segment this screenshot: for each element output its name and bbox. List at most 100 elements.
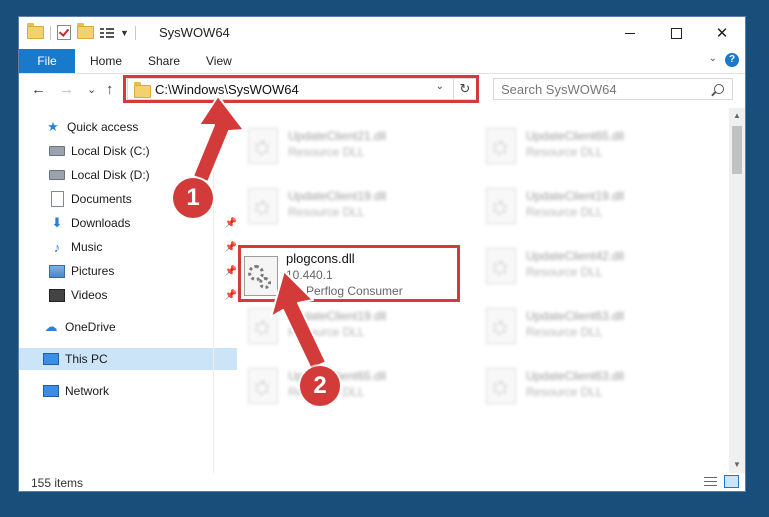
gear-icon <box>259 277 271 289</box>
file-tile[interactable]: UpdateClient65.dll Resource DLL <box>478 122 708 172</box>
file-description: Resource DLL <box>526 325 603 339</box>
scroll-down-icon[interactable]: ▼ <box>729 457 745 473</box>
ribbon-tabs: File Home Share View ⌄ ? <box>19 49 745 74</box>
maximize-icon <box>670 27 682 39</box>
status-bar: 155 items <box>19 473 745 491</box>
address-highlight-box <box>123 75 479 103</box>
file-tile[interactable]: UpdateClient21.dll Resource DLL <box>240 122 470 172</box>
file-tile[interactable]: UpdateClient63.dll Resource DLL <box>478 362 708 412</box>
file-description: AC Perflog Consumer <box>286 284 403 298</box>
forward-arrow-icon[interactable]: → <box>59 81 74 98</box>
star-icon: ★ <box>47 119 59 134</box>
up-arrow-icon[interactable]: ↑ <box>106 81 114 98</box>
vertical-scrollbar[interactable]: ▲ ▼ <box>729 108 745 473</box>
file-name: UpdateClient63.dll <box>526 309 625 323</box>
sidebar-item-downloads[interactable]: ⬇ Downloads 📌 <box>19 212 243 234</box>
dll-file-icon <box>486 308 516 344</box>
drive-icon <box>49 167 65 183</box>
sidebar-item-onedrive[interactable]: ☁ OneDrive <box>19 316 237 338</box>
close-button[interactable]: ✕ <box>699 17 745 49</box>
sidebar-item-this-pc[interactable]: This PC <box>19 348 237 370</box>
file-name: UpdateClient63.dll <box>526 369 625 383</box>
properties-icon[interactable] <box>100 26 114 39</box>
window-controls: ✕ <box>607 17 745 49</box>
file-tile[interactable]: UpdateClient63.dll Resource DLL <box>478 302 708 352</box>
sidebar-item-network[interactable]: Network <box>19 380 237 402</box>
dll-file-icon <box>244 256 278 296</box>
file-description: Resource DLL <box>288 205 365 219</box>
title-bar[interactable]: ▼ SysWOW64 ✕ <box>19 17 745 49</box>
sidebar-item-label: Videos <box>71 288 108 302</box>
sidebar-item-local-disk-c[interactable]: Local Disk (C:) <box>19 140 243 162</box>
file-name: plogcons.dll <box>286 251 355 266</box>
file-tile[interactable]: UpdateClient42.dll Resource DLL <box>478 242 708 292</box>
scroll-thumb[interactable] <box>732 126 742 174</box>
quick-access-toolbar: ▼ <box>27 23 136 40</box>
minimize-button[interactable] <box>607 17 653 49</box>
back-arrow-icon[interactable]: ← <box>31 81 46 98</box>
item-count: 155 items <box>31 476 84 490</box>
file-description: Resource DLL <box>526 205 603 219</box>
toolbar-divider <box>50 25 51 40</box>
maximize-button[interactable] <box>653 17 699 49</box>
highlighted-file-tile[interactable]: plogcons.dll 10.440.1 AC Perflog Consume… <box>238 245 460 302</box>
sidebar-item-label: Network <box>65 384 110 398</box>
help-icon[interactable]: ? <box>725 53 739 67</box>
properties-check-icon[interactable] <box>57 25 71 40</box>
file-description: Resource DLL <box>526 265 603 279</box>
file-description: Resource DLL <box>526 145 603 159</box>
sidebar-item-label: Pictures <box>71 264 115 278</box>
toolbar-divider <box>134 25 136 40</box>
dll-file-icon <box>248 368 278 404</box>
expand-ribbon-icon[interactable]: ⌄ <box>709 53 717 64</box>
minimize-icon <box>625 32 635 34</box>
dll-file-icon <box>248 188 278 224</box>
sidebar-item-local-disk-d[interactable]: Local Disk (D:) <box>19 164 243 186</box>
file-tile[interactable]: UpdateClient19.dll Resource DLL <box>240 302 470 352</box>
file-description: Resource DLL <box>288 325 365 339</box>
window-title: SysWOW64 <box>159 25 230 40</box>
file-tile[interactable]: UpdateClient65.dll Resource DLL <box>240 362 470 412</box>
file-name: UpdateClient19.dll <box>526 189 625 203</box>
sidebar-item-videos[interactable]: Videos 📌 <box>19 284 243 306</box>
large-icons-view-icon[interactable] <box>724 475 739 488</box>
sidebar-item-label: Music <box>71 240 103 254</box>
search-input[interactable]: Search SysWOW64 <box>501 82 617 97</box>
tab-view[interactable]: View <box>206 49 232 73</box>
file-tile[interactable]: UpdateClient19.dll Resource DLL <box>478 182 708 232</box>
tab-share[interactable]: Share <box>148 49 180 73</box>
sidebar-item-label: OneDrive <box>65 320 116 334</box>
video-icon <box>49 287 65 303</box>
computer-icon <box>43 351 59 367</box>
sidebar-item-label: Quick access <box>67 120 139 134</box>
sidebar-item-label: This PC <box>65 352 108 366</box>
scroll-up-icon[interactable]: ▲ <box>729 108 745 124</box>
tab-home[interactable]: Home <box>90 49 122 73</box>
sidebar-item-label: Local Disk (D:) <box>71 168 150 182</box>
search-box[interactable]: Search SysWOW64 <box>493 78 733 100</box>
cloud-icon: ☁ <box>44 319 58 334</box>
file-tile[interactable]: UpdateClient19.dll Resource DLL <box>240 182 470 232</box>
customize-toolbar-icon[interactable]: ▼ <box>120 28 129 38</box>
file-name: UpdateClient65.dll <box>526 129 625 143</box>
search-icon[interactable] <box>714 84 724 94</box>
dll-file-icon <box>248 308 278 344</box>
file-description: Resource DLL <box>526 385 603 399</box>
sidebar-item-music[interactable]: ♪ Music 📌 <box>19 236 243 258</box>
new-folder-icon[interactable] <box>77 23 94 39</box>
tab-file[interactable]: File <box>19 49 75 73</box>
close-icon: ✕ <box>715 25 729 42</box>
file-name: UpdateClient21.dll <box>288 129 387 143</box>
sidebar-item-pictures[interactable]: Pictures 📌 <box>19 260 243 282</box>
details-view-icon[interactable] <box>704 476 717 487</box>
sidebar-item-quick-access[interactable]: ★ Quick access <box>19 116 239 138</box>
file-version: 10.440.1 <box>286 268 333 282</box>
network-icon <box>43 383 59 399</box>
file-name: UpdateClient42.dll <box>526 249 625 263</box>
navigation-bar: ← → ⌄ ↑ C:\Windows\SysWOW64 ⌄ ↻ Search S… <box>19 74 745 106</box>
navigation-pane: ★ Quick access Local Disk (C:) Local Dis… <box>19 108 237 473</box>
folder-icon <box>27 23 44 39</box>
pictures-icon <box>49 263 65 279</box>
file-list[interactable]: UpdateClient21.dll Resource DLL UpdateCl… <box>214 108 729 473</box>
recent-locations-icon[interactable]: ⌄ <box>87 83 96 96</box>
